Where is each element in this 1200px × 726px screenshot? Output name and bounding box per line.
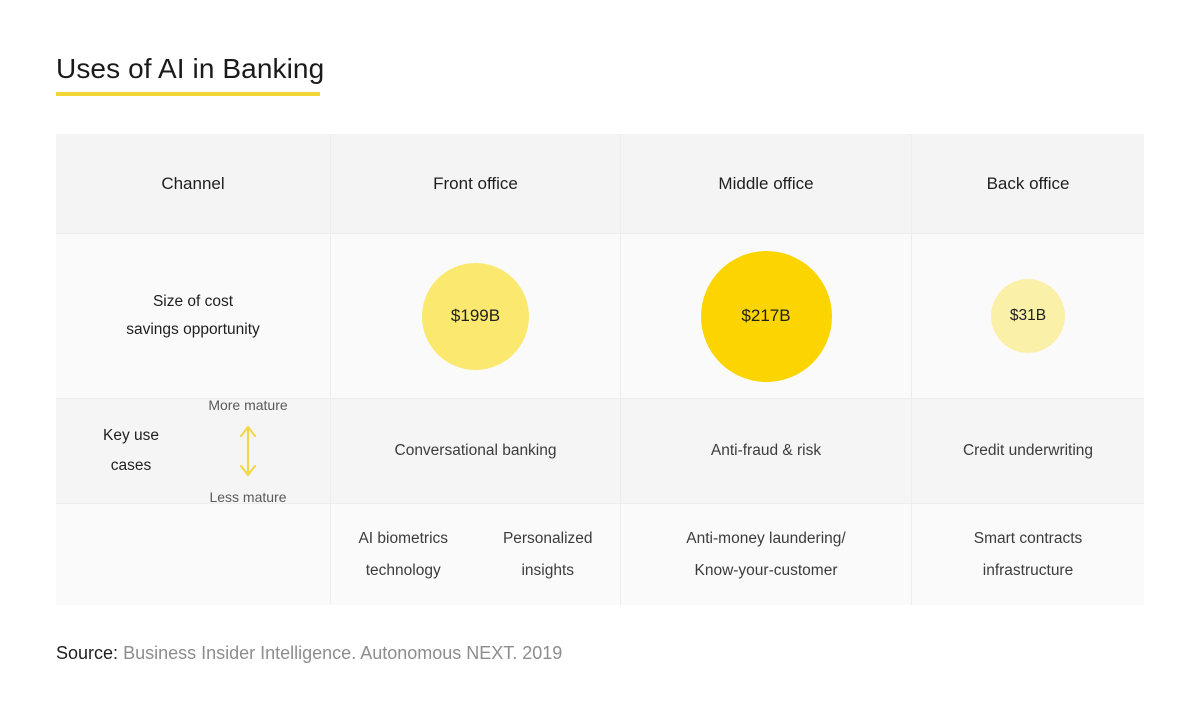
cost-bubble-back-office: $31B xyxy=(991,279,1065,353)
key-use-cases-label: Key use cases xyxy=(83,421,179,481)
bubble-cell-back-office: $31B xyxy=(911,234,1144,398)
source-label: Source: xyxy=(56,643,119,663)
use-case-front-office-ai-biometrics: AI biometrics technology xyxy=(331,504,476,605)
row-label-cost-savings: Size of cost savings opportunity xyxy=(56,234,330,398)
use-cases-row-more-mature: Key use cases More mature Less mature Co… xyxy=(56,397,1144,505)
source-line: Source: Business Insider Intelligence. A… xyxy=(56,638,562,668)
header-label-front-office: Front office xyxy=(433,173,518,193)
use-case-personalized-insights-line2: insights xyxy=(521,561,575,579)
header-label-middle-office: Middle office xyxy=(718,173,814,193)
maturity-label-more: More mature xyxy=(208,397,288,413)
use-case-front-office-conversational-banking: Conversational banking xyxy=(394,442,557,459)
bubble-cell-front-office: $199B xyxy=(330,234,620,398)
use-case-aml-line1: Anti-money laundering/ xyxy=(686,529,846,547)
cost-bubble-front-office: $199B xyxy=(422,262,529,370)
use-case-aml-line2: Know-your-customer xyxy=(694,561,838,579)
row-label-key-use-cases: Key use cases More mature Less mature xyxy=(56,397,330,505)
title-underline-accent xyxy=(56,92,320,96)
use-case-cell-middle-office-less-mature: Anti-money laundering/ Know-your-custome… xyxy=(620,504,911,605)
cost-bubble-middle-office: $217B xyxy=(700,250,832,382)
use-case-ai-biometrics-line1: AI biometrics xyxy=(358,529,449,547)
cost-savings-label-line2: savings opportunity xyxy=(126,321,260,338)
use-case-cell-back-office-mature: Credit underwriting xyxy=(911,399,1144,503)
header-label-channel: Channel xyxy=(161,173,225,193)
use-case-cell-front-office-mature: Conversational banking xyxy=(330,399,620,503)
use-cases-row-less-mature: AI biometrics technology Personalized in… xyxy=(56,503,1144,605)
use-case-smart-contracts-line2: infrastructure xyxy=(982,561,1074,579)
double-arrow-up-down-icon xyxy=(239,425,257,477)
use-case-smart-contracts-line1: Smart contracts xyxy=(973,529,1083,547)
ai-uses-matrix-table: Channel Front office Middle office Back … xyxy=(56,134,1144,605)
use-case-middle-office-anti-fraud: Anti-fraud & risk xyxy=(710,442,822,459)
use-case-cell-middle-office-mature: Anti-fraud & risk xyxy=(620,399,911,503)
header-cell-back-office: Back office xyxy=(911,134,1144,233)
bubble-cell-middle-office: $217B xyxy=(620,234,911,398)
header-label-back-office: Back office xyxy=(986,173,1070,193)
table-header-row: Channel Front office Middle office Back … xyxy=(56,134,1144,233)
header-cell-front-office: Front office xyxy=(330,134,620,233)
use-case-back-office-credit-underwriting: Credit underwriting xyxy=(962,442,1094,459)
key-use-cases-label-line2: cases xyxy=(110,457,152,474)
use-case-personalized-insights-line1: Personalized xyxy=(502,529,593,547)
maturity-scale: More mature Less mature xyxy=(193,394,303,508)
title-block: Uses of AI in Banking xyxy=(56,52,324,96)
source-text: Business Insider Intelligence. Autonomou… xyxy=(123,643,563,663)
cost-savings-row: Size of cost savings opportunity $199B $… xyxy=(56,233,1144,398)
use-case-front-office-personalized-insights: Personalized insights xyxy=(476,504,621,605)
header-cell-middle-office: Middle office xyxy=(620,134,911,233)
key-use-cases-label-line1: Key use xyxy=(102,427,159,444)
use-case-cell-back-office-less-mature: Smart contracts infrastructure xyxy=(911,504,1144,605)
cost-savings-label-line1: Size of cost xyxy=(152,293,234,310)
page-title: Uses of AI in Banking xyxy=(56,53,325,84)
use-case-ai-biometrics-line2: technology xyxy=(365,561,441,579)
spacer-cell-channel xyxy=(56,504,330,605)
use-case-cell-front-office-less-mature: AI biometrics technology Personalized in… xyxy=(330,504,620,605)
header-cell-channel: Channel xyxy=(56,134,330,233)
